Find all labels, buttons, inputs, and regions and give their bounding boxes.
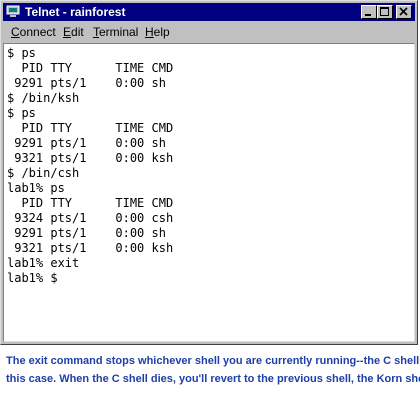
- maximize-icon: [380, 7, 389, 16]
- terminal-line: PID TTY TIME CMD: [7, 196, 174, 210]
- close-button[interactable]: [396, 5, 412, 19]
- menu-terminal[interactable]: Terminal: [93, 22, 138, 42]
- terminal-line: 9321 pts/1 0:00 ksh: [7, 241, 174, 255]
- explanation-caption: The exit command stops whichever shell y…: [6, 352, 420, 388]
- menu-bar: Connect Edit Terminal Help: [3, 22, 415, 42]
- terminal-line: 9291 pts/1 0:00 sh: [7, 76, 166, 90]
- terminal-prompt-line: lab1% $: [7, 271, 58, 285]
- menu-help[interactable]: Help: [145, 22, 170, 42]
- caption-line: The exit command stops whichever shell y…: [6, 355, 420, 367]
- telnet-computer-icon: [6, 5, 20, 18]
- terminal-line: $ ps: [7, 46, 36, 60]
- terminal-line: $ /bin/ksh: [7, 91, 80, 105]
- terminal-line: lab1% ps: [7, 181, 65, 195]
- minimize-button[interactable]: [361, 5, 377, 19]
- window-title: Telnet - rainforest: [25, 5, 126, 19]
- terminal-line: 9291 pts/1 0:00 sh: [7, 226, 166, 240]
- terminal-line: 9324 pts/1 0:00 csh: [7, 211, 174, 225]
- menu-edit[interactable]: Edit: [63, 22, 84, 42]
- terminal-screen[interactable]: $ ps PID TTY TIME CMD 9291 pts/1 0:00 sh…: [3, 43, 415, 342]
- telnet-window: Telnet - rainforest Connect Edit Termina…: [0, 0, 418, 345]
- terminal-line: lab1% exit: [7, 256, 80, 270]
- caption-line: this case. When the C shell dies, you'll…: [6, 373, 420, 385]
- terminal-line: PID TTY TIME CMD: [7, 121, 174, 135]
- maximize-button[interactable]: [377, 5, 393, 19]
- terminal-line: PID TTY TIME CMD: [7, 61, 174, 75]
- menu-connect[interactable]: Connect: [11, 22, 56, 42]
- terminal-line: $ /bin/csh: [7, 166, 80, 180]
- close-icon: [399, 7, 408, 16]
- minimize-icon: [365, 14, 371, 16]
- title-bar[interactable]: Telnet - rainforest: [3, 3, 415, 21]
- terminal-line: 9291 pts/1 0:00 sh: [7, 136, 166, 150]
- terminal-line: $ ps: [7, 106, 36, 120]
- terminal-line: 9321 pts/1 0:00 ksh: [7, 151, 174, 165]
